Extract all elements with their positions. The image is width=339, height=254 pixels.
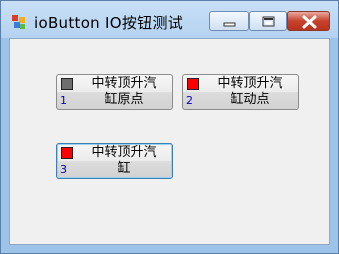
- io-button-number: 3: [60, 163, 67, 176]
- maximize-icon: [262, 16, 275, 27]
- status-indicator-icon: [61, 147, 73, 159]
- status-indicator-icon: [61, 78, 73, 90]
- close-icon: [302, 15, 317, 29]
- io-button-1[interactable]: 中转顶升汽 缸原点 1: [56, 74, 173, 110]
- io-button-label: 中转顶升汽 缸动点: [217, 76, 283, 107]
- io-button-number: 1: [60, 94, 67, 107]
- minimize-icon: [223, 22, 236, 27]
- status-indicator-icon: [187, 78, 199, 90]
- app-icon: [11, 14, 27, 30]
- close-button[interactable]: [287, 11, 330, 31]
- app-window: ioButton IO按钮测试 中转顶升汽 缸原点 1 中转顶升汽 缸动点 2 …: [0, 0, 339, 254]
- window-title: ioButton IO按钮测试: [34, 14, 184, 32]
- io-button-3[interactable]: 中转顶升汽 缸 3: [56, 143, 173, 179]
- title-bar[interactable]: ioButton IO按钮测试: [1, 1, 338, 38]
- minimize-button[interactable]: [209, 11, 249, 31]
- io-button-number: 2: [186, 94, 193, 107]
- io-button-2[interactable]: 中转顶升汽 缸动点 2: [182, 74, 299, 110]
- form-client-area: 中转顶升汽 缸原点 1 中转顶升汽 缸动点 2 中转顶升汽 缸 3: [9, 38, 330, 245]
- io-button-label: 中转顶升汽 缸原点: [91, 76, 157, 107]
- maximize-button[interactable]: [249, 11, 287, 31]
- io-button-label: 中转顶升汽 缸: [91, 145, 157, 176]
